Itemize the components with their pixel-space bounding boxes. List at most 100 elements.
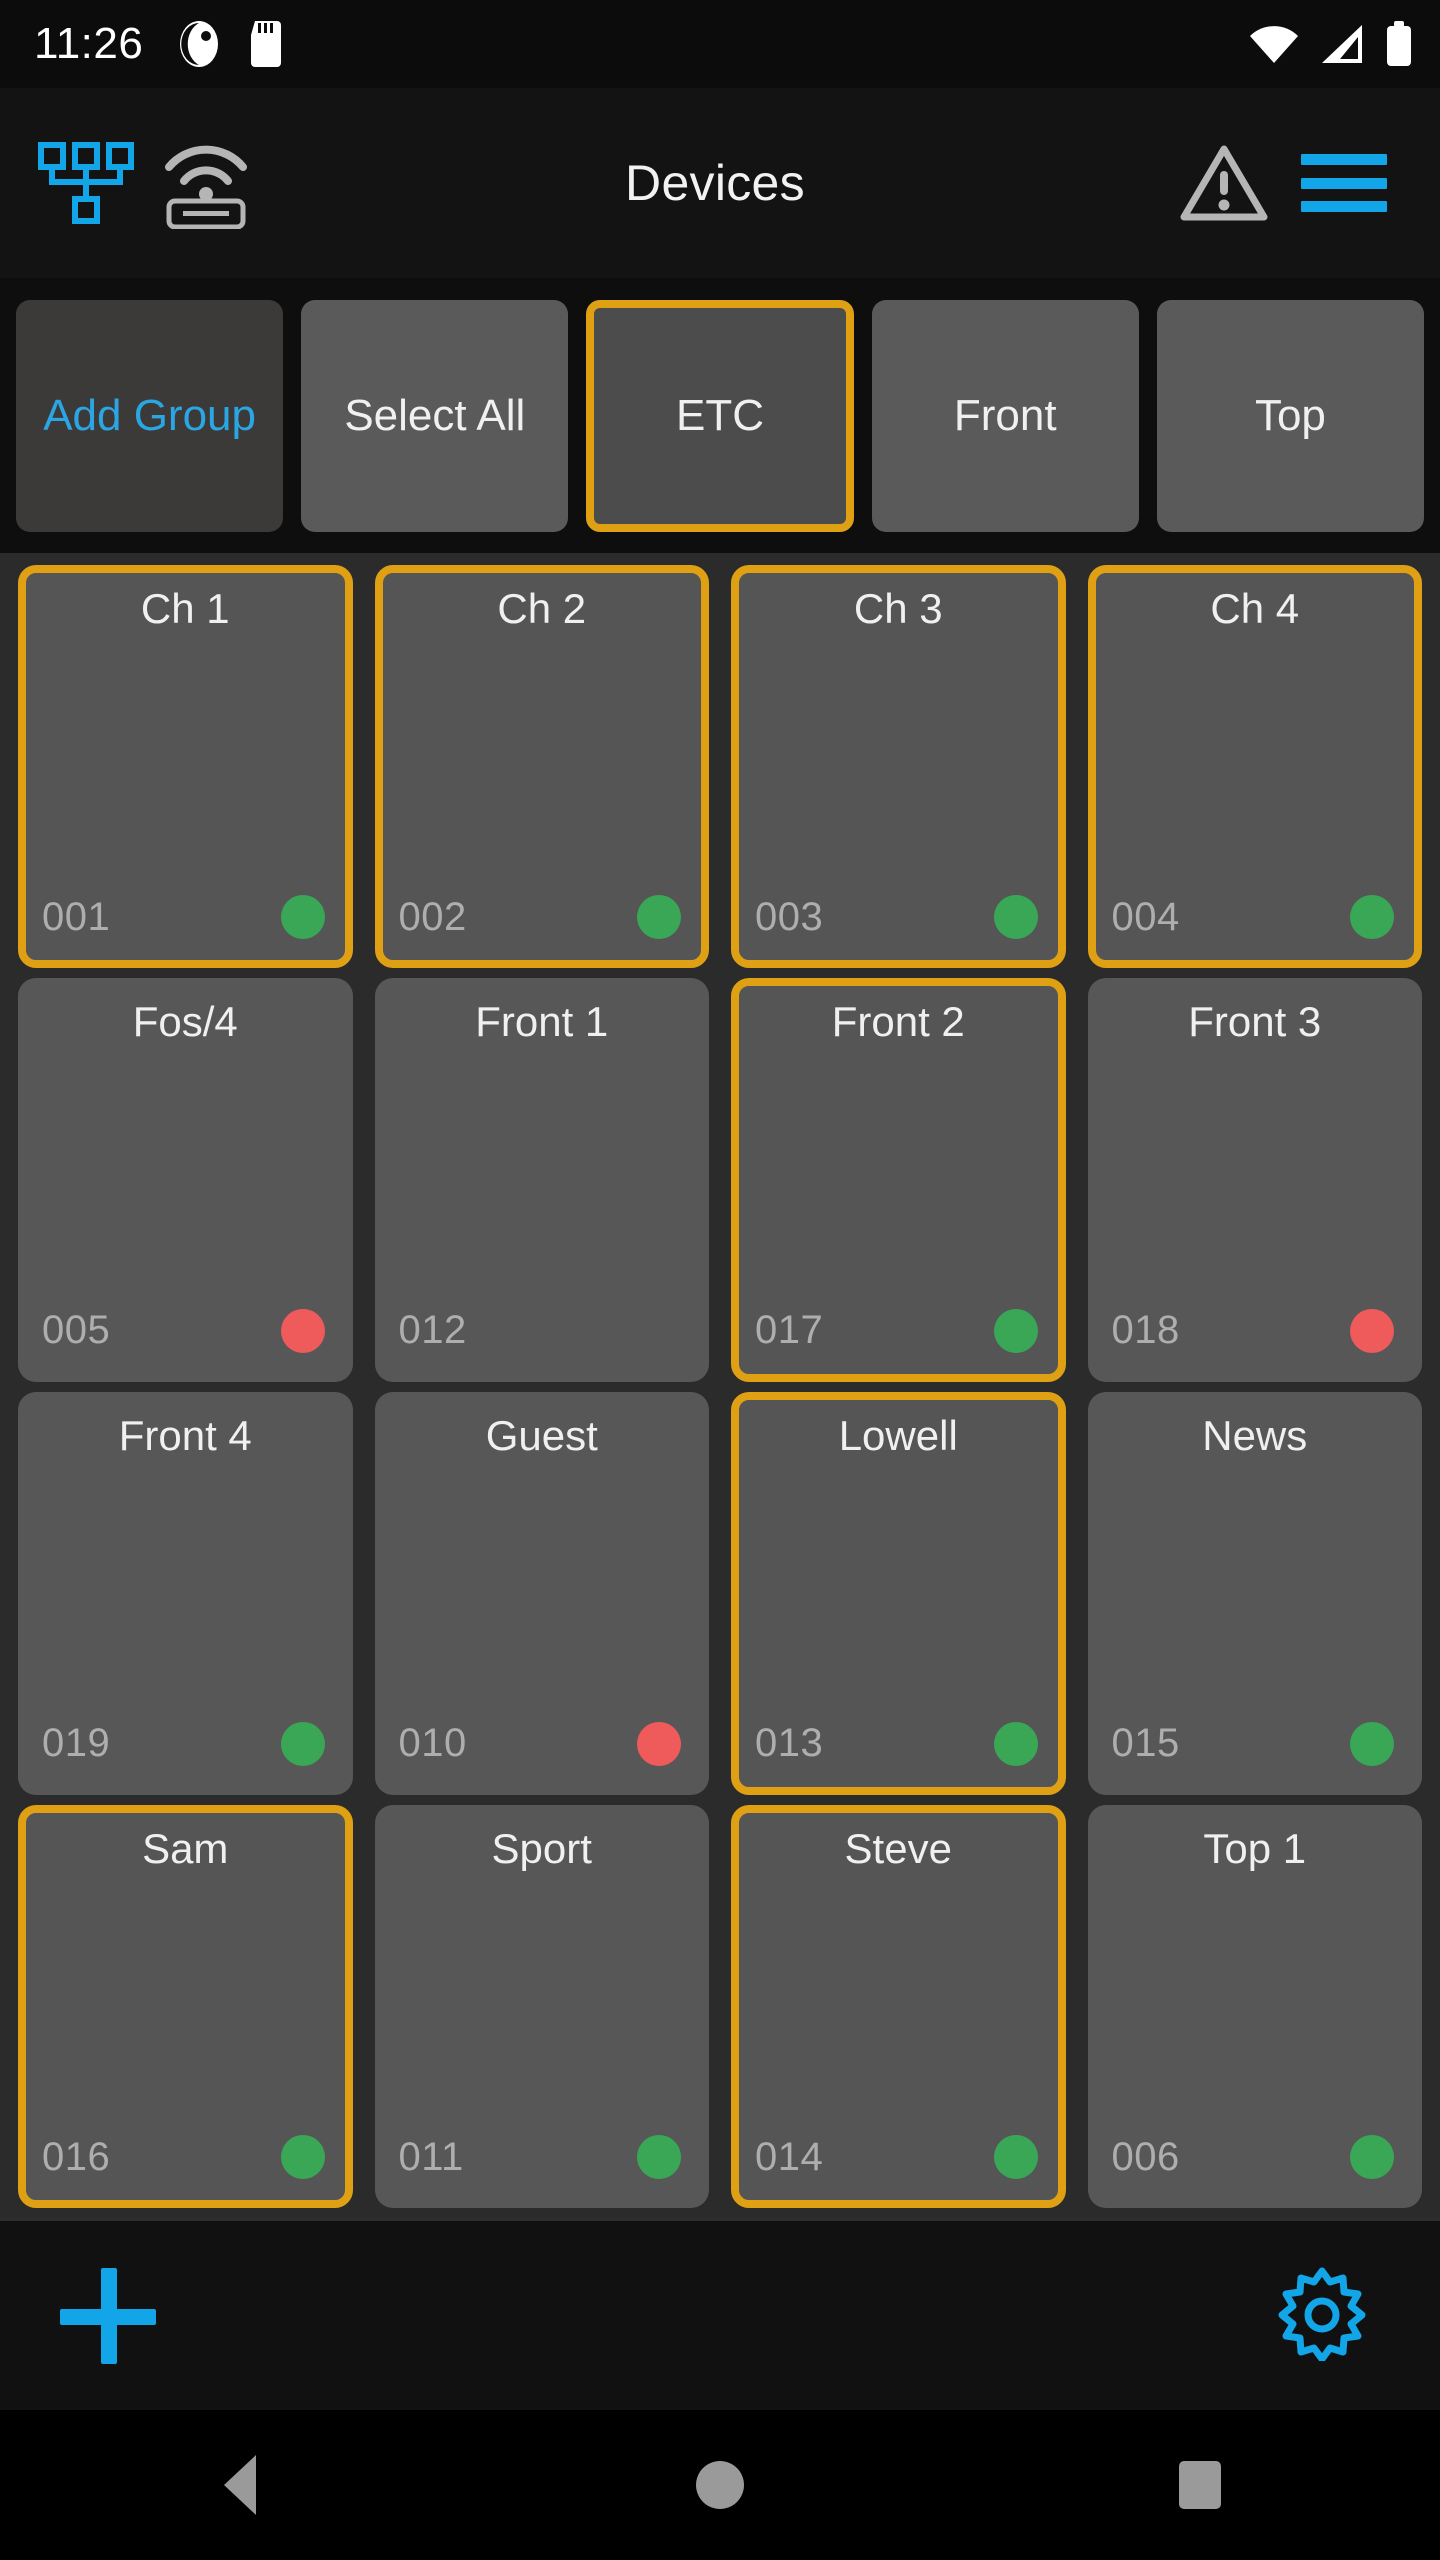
- status-indicator-dot: [1350, 1308, 1394, 1353]
- device-card[interactable]: Front 2 017: [731, 978, 1066, 1382]
- nav-recents-button[interactable]: [1110, 2435, 1290, 2535]
- device-name: News: [1202, 1413, 1308, 1458]
- status-indicator-dot: [1350, 895, 1394, 940]
- status-indicator-dot: [280, 1308, 325, 1353]
- device-name: Front 1: [475, 1000, 609, 1045]
- wireless-router-button[interactable]: [146, 128, 266, 238]
- device-grid: Ch 1 001 Ch 2 002 Ch 3 003 Ch 4 004 Fos/4 005 Fron…: [0, 553, 1440, 2218]
- device-id: 013: [755, 1721, 824, 1766]
- device-card-footer: 018: [1112, 1302, 1399, 1360]
- status-bar-notification-icons: [177, 19, 285, 69]
- status-indicator-dot: [1350, 1721, 1394, 1766]
- device-grid-row: Front 4 019 Guest 010 Lowell 013 News 015: [18, 1391, 1422, 1795]
- status-indicator-dot: [637, 1309, 681, 1353]
- device-name: Guest: [485, 1413, 598, 1458]
- device-grid-row: Ch 1 001 Ch 2 002 Ch 3 003 Ch 4 004: [18, 565, 1422, 969]
- warning-triangle-icon: [1180, 145, 1268, 221]
- device-card[interactable]: Ch 3 003: [731, 565, 1066, 969]
- status-bar-system-icons: [1248, 21, 1414, 67]
- device-name: Lowell: [838, 1413, 958, 1458]
- device-name: Ch 4: [1210, 587, 1300, 632]
- nav-home-button[interactable]: [630, 2435, 810, 2535]
- device-name: Top 1: [1203, 1826, 1307, 1871]
- back-triangle-icon: [224, 2455, 256, 2515]
- group-tab-bar: Add Group Select All ETC Front Top: [0, 278, 1440, 553]
- battery-icon: [1387, 21, 1411, 66]
- device-id: 016: [42, 2134, 111, 2179]
- page-title: Devices: [625, 155, 805, 211]
- device-card-footer: 002: [399, 888, 686, 946]
- device-card[interactable]: Steve 014: [731, 1804, 1066, 2208]
- recents-square-icon: [1179, 2461, 1221, 2509]
- menu-button[interactable]: [1284, 128, 1404, 238]
- device-card[interactable]: Front 1 012: [374, 978, 709, 1382]
- device-card-footer: 012: [399, 1302, 686, 1360]
- device-name: Front 2: [831, 1000, 965, 1045]
- device-id: 002: [398, 894, 467, 939]
- add-device-button[interactable]: [60, 2267, 156, 2364]
- nav-back-button[interactable]: [150, 2435, 330, 2535]
- device-name: Sam: [142, 1826, 229, 1871]
- device-card[interactable]: Top 1 006: [1087, 1804, 1422, 2208]
- device-id: 005: [42, 1308, 111, 1352]
- device-card[interactable]: Front 4 019: [18, 1391, 353, 1795]
- gear-icon: [1278, 2267, 1366, 2363]
- device-card-footer: 014: [755, 2128, 1042, 2186]
- group-tab-label: Front: [953, 390, 1057, 440]
- device-name: Front 4: [118, 1413, 252, 1458]
- network-topology-button[interactable]: [26, 128, 146, 238]
- device-card-footer: 010: [399, 1715, 686, 1773]
- group-tab-etc[interactable]: ETC: [586, 299, 854, 532]
- app-header: Devices: [0, 88, 1440, 278]
- device-id: 014: [755, 2134, 824, 2179]
- device-id: 010: [398, 1721, 467, 1766]
- device-card-footer: 004: [1112, 888, 1399, 946]
- device-id: 019: [42, 1721, 111, 1766]
- status-indicator-dot: [637, 1721, 681, 1766]
- status-indicator-dot: [1350, 2135, 1394, 2179]
- network-topology-icon: [38, 142, 134, 224]
- device-card-footer: 006: [1112, 2128, 1399, 2186]
- group-tab-label: Add Group: [43, 390, 256, 440]
- app-notification-icon: [180, 21, 219, 67]
- device-card[interactable]: Ch 4 004: [1087, 565, 1422, 969]
- device-card[interactable]: Sport 011: [374, 1804, 709, 2208]
- status-indicator-dot: [993, 1308, 1038, 1353]
- device-id: 017: [755, 1308, 824, 1352]
- device-id: 004: [1111, 894, 1180, 939]
- device-id: 001: [42, 894, 111, 939]
- settings-button[interactable]: [1274, 2265, 1370, 2366]
- status-indicator-dot: [993, 895, 1038, 940]
- bottom-action-bar: [0, 2218, 1440, 2410]
- device-card[interactable]: Fos/4 005: [18, 978, 353, 1382]
- device-card[interactable]: Sam 016: [18, 1804, 353, 2208]
- group-tab-add-group[interactable]: Add Group: [16, 299, 284, 532]
- device-card[interactable]: Guest 010: [374, 1391, 709, 1795]
- warning-button[interactable]: [1164, 128, 1284, 238]
- device-id: 003: [755, 894, 824, 939]
- group-tab-select-all[interactable]: Select All: [301, 299, 569, 532]
- status-bar-clock: 11:26: [34, 19, 144, 68]
- group-tab-label: Top: [1254, 390, 1326, 440]
- status-indicator-dot: [993, 1721, 1038, 1766]
- device-card[interactable]: News 015: [1087, 1391, 1422, 1795]
- device-grid-row: Sam 016 Sport 011 Steve 014 Top 1 006: [18, 1804, 1422, 2208]
- device-card-footer: 013: [755, 1715, 1042, 1773]
- status-indicator-dot: [993, 2135, 1038, 2179]
- device-card[interactable]: Lowell 013: [731, 1391, 1066, 1795]
- device-card[interactable]: Ch 1 001: [18, 565, 353, 969]
- home-circle-icon: [696, 2461, 744, 2509]
- device-id: 018: [1111, 1308, 1180, 1352]
- device-name: Ch 1: [140, 587, 230, 632]
- device-name: Ch 2: [497, 587, 587, 632]
- device-id: 006: [1111, 2134, 1180, 2179]
- status-indicator-dot: [637, 2135, 681, 2179]
- sd-card-icon: [251, 21, 282, 67]
- wifi-icon: [1250, 26, 1298, 63]
- group-tab-top[interactable]: Top: [1156, 299, 1425, 532]
- device-card[interactable]: Front 3 018: [1087, 978, 1422, 1382]
- device-card[interactable]: Ch 2 002: [374, 565, 709, 969]
- hamburger-menu-icon: [1301, 152, 1387, 214]
- group-tab-front[interactable]: Front: [871, 299, 1139, 532]
- device-grid-row: Fos/4 005 Front 1 012 Front 2 017 Front 3 018: [18, 978, 1422, 1382]
